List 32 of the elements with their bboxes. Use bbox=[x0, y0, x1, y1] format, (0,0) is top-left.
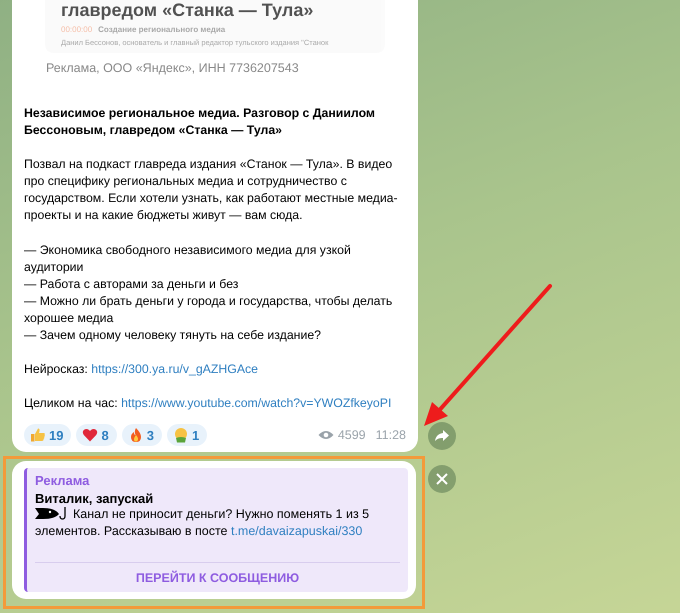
reaction-chip[interactable]: 19 bbox=[24, 424, 72, 446]
close-icon bbox=[436, 473, 448, 485]
list-point: — Работа с авторами за деньги и без bbox=[24, 276, 240, 293]
post-intro: Позвал на подкаст главреда издания «Станок — Тула». В видео про специфику региональных медиа и сотрудничество с государством. Если хотели узнать, как работают местные медиа-проекты и на какие бюджеты живут — вам сюда. bbox=[24, 156, 399, 224]
url-link[interactable]: https://300.ya.ru/v_gAZHGAce bbox=[91, 362, 258, 376]
reaction-chip[interactable]: 3 bbox=[122, 424, 162, 446]
preview-title: главредом «Станка — Тула» bbox=[61, 0, 314, 21]
ad-label: Реклама bbox=[35, 473, 90, 488]
reaction-chip[interactable]: 1 bbox=[166, 424, 208, 446]
forward-icon bbox=[435, 430, 449, 442]
ad-link[interactable]: t.me/davaizapuskai/330 bbox=[230, 524, 362, 538]
forward-button[interactable] bbox=[428, 422, 456, 450]
list-point: — Можно ли брать деньги у города и государства, чтобы делать хорошее медиа bbox=[24, 293, 394, 327]
list-point: — Экономика свободного независимого медиа для узкой аудитории bbox=[24, 242, 352, 276]
view-count: 4599 bbox=[338, 428, 366, 442]
ad-text: Канал не приносит деньги? Нужно поменять 1 из 5 элементов. Рассказываю в посте t.me/davaizapuskai/330 bbox=[35, 506, 370, 540]
url-link[interactable]: https://www.youtube.com/watch?v=YWOZfkeyoPI bbox=[121, 396, 392, 410]
eye-icon bbox=[318, 430, 334, 440]
heart-icon bbox=[82, 427, 98, 443]
timecode: 00:00:00 bbox=[61, 25, 92, 34]
chapter-title: Создание регионального медиа bbox=[98, 25, 226, 34]
go-to-message-button[interactable]: ПЕРЕЙТИ К СООБЩЕНИЮ bbox=[35, 562, 400, 592]
link-line: Целиком на час: https://www.youtube.com/watch?v=YWOZfkeyoPI bbox=[24, 395, 392, 412]
ad-disclaimer: Реклама, ООО «Яндекс», ИНН 7736207543 bbox=[46, 61, 300, 75]
ad-title: Виталик, запускай bbox=[35, 491, 154, 506]
list-point: — Зачем одному человеку тянуть на себе издание? bbox=[24, 327, 322, 344]
message-time: 11:28 bbox=[376, 428, 406, 442]
close-button[interactable] bbox=[428, 465, 456, 493]
post-title: Независимое региональное медиа. Разговор с Даниилом Бессоновым, главредом «Станка — Тула» bbox=[24, 105, 376, 139]
link-line: Нейросказ: https://300.ya.ru/v_gAZHGAce bbox=[24, 361, 260, 378]
thumbs-up-icon bbox=[30, 427, 46, 443]
reaction-chip[interactable]: 8 bbox=[76, 424, 117, 446]
